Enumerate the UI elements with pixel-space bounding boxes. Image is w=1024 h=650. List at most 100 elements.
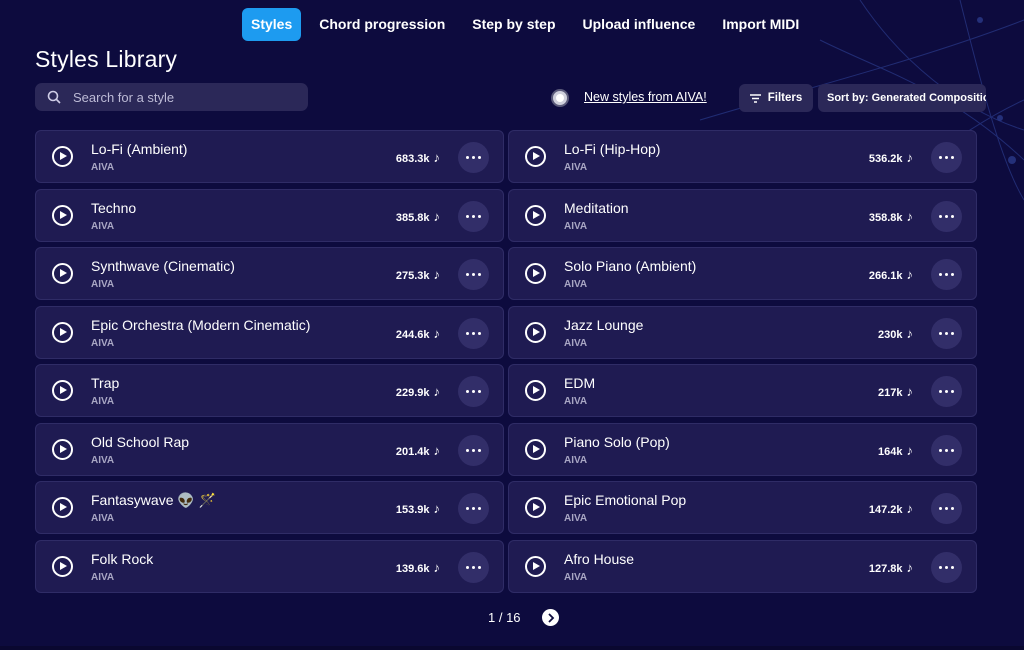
dot-icon (478, 331, 481, 335)
dot-icon (951, 273, 954, 276)
style-card[interactable]: Meditation AIVA 358.8k ♪ (508, 188, 977, 242)
style-card[interactable]: Piano Solo (Pop) AIVA 164k ♪ (508, 422, 977, 476)
style-card[interactable]: Lo-Fi (Hip-Hop) AIVA 536.2k ♪ (508, 130, 977, 183)
style-author: AIVA (564, 162, 588, 173)
style-name: Fantasywave 👽 🪄 (91, 492, 217, 508)
tab-upload-influence[interactable]: Upload influence (574, 8, 705, 41)
play-icon[interactable] (525, 497, 546, 518)
tab-import-midi[interactable]: Import MIDI (713, 8, 808, 41)
new-styles-link[interactable]: New styles from AIVA! (584, 90, 707, 104)
style-name: Afro House (564, 550, 635, 567)
play-icon[interactable] (525, 438, 546, 460)
play-icon[interactable] (525, 321, 546, 343)
style-name: Piano Solo (Pop) (564, 433, 670, 450)
play-icon[interactable] (52, 438, 73, 460)
dot-icon (951, 390, 954, 393)
count-value: 358.8k (868, 211, 903, 224)
more-options-button[interactable] (931, 142, 962, 173)
tab-styles[interactable]: Styles (242, 8, 302, 41)
dot-icon (478, 507, 481, 510)
style-card[interactable]: EDM AIVA 217k ♪ (508, 364, 977, 417)
generation-count: 229.9k ♪ (396, 384, 440, 399)
generation-count: 127.8k ♪ (869, 560, 913, 575)
style-card[interactable]: Epic Emotional Pop AIVA 147.2k ♪ (508, 481, 977, 534)
tab-step-by-step[interactable]: Step by step (463, 8, 564, 41)
next-page-button[interactable] (542, 609, 559, 626)
more-options-button[interactable] (458, 317, 489, 349)
play-icon[interactable] (525, 263, 546, 284)
style-author: AIVA (91, 571, 115, 583)
more-options-button[interactable] (458, 434, 489, 466)
more-options-button[interactable] (931, 551, 962, 583)
music-note-icon: ♪ (906, 325, 914, 341)
dot-icon (478, 156, 481, 159)
play-icon[interactable] (525, 204, 546, 226)
more-options-button[interactable] (458, 200, 489, 232)
play-icon[interactable] (52, 380, 73, 401)
dot-icon (939, 448, 942, 452)
search-icon (47, 90, 61, 104)
more-options-button[interactable] (458, 493, 489, 524)
dot-icon (478, 390, 481, 393)
play-icon[interactable] (525, 146, 546, 167)
more-options-button[interactable] (931, 376, 962, 407)
style-author: AIVA (564, 513, 588, 524)
more-options-button[interactable] (458, 259, 489, 290)
more-options-button[interactable] (458, 376, 489, 407)
dot-icon (951, 448, 954, 452)
dot-icon (939, 214, 942, 218)
chevron-right-icon (547, 612, 554, 623)
search-input[interactable] (71, 88, 295, 106)
style-name: Lo-Fi (Ambient) (91, 141, 188, 157)
play-icon[interactable] (525, 555, 546, 577)
style-card[interactable]: Synthwave (Cinematic) AIVA 275.3k ♪ (35, 247, 504, 300)
tab-chord-progression[interactable]: Chord progression (310, 8, 454, 41)
filters-button[interactable]: Filters (739, 84, 813, 112)
style-card[interactable]: Lo-Fi (Ambient) AIVA 683.3k ♪ (35, 130, 504, 183)
generation-count: 275.3k ♪ (396, 267, 440, 282)
style-name: Old School Rap (91, 433, 190, 450)
more-options-button[interactable] (931, 259, 962, 290)
count-value: 385.8k (395, 211, 430, 224)
search-box[interactable] (35, 83, 308, 111)
dot-icon (478, 273, 481, 276)
dot-icon (472, 273, 475, 276)
play-icon[interactable] (52, 204, 73, 226)
style-card[interactable]: Techno AIVA 385.8k ♪ (35, 188, 504, 242)
style-card[interactable]: Epic Orchestra (Modern Cinematic) AIVA 244… (35, 305, 504, 359)
play-icon[interactable] (52, 321, 73, 343)
dot-icon (939, 273, 942, 276)
generation-count: 244.6k ♪ (396, 326, 440, 341)
more-options-button[interactable] (458, 551, 489, 583)
more-options-button[interactable] (458, 142, 489, 173)
sort-dropdown[interactable]: Sort by: Generated Compositions (818, 84, 986, 112)
style-card[interactable]: Afro House AIVA 127.8k ♪ (508, 539, 977, 593)
play-icon[interactable] (525, 380, 546, 401)
dot-icon (945, 331, 948, 335)
dot-icon (945, 156, 948, 159)
count-value: 536.2k (868, 153, 903, 165)
count-value: 127.8k (868, 562, 903, 575)
style-card[interactable]: Folk Rock AIVA 139.6k ♪ (35, 539, 504, 593)
new-styles-toggle[interactable] (551, 89, 569, 107)
music-note-icon: ♪ (433, 150, 441, 165)
more-options-button[interactable] (931, 317, 962, 349)
style-card[interactable]: Fantasywave 👽 🪄 AIVA 153.9k ♪ (35, 481, 504, 534)
style-card[interactable]: Solo Piano (Ambient) AIVA 266.1k ♪ (508, 247, 977, 300)
play-icon[interactable] (52, 497, 73, 518)
more-options-button[interactable] (931, 434, 962, 466)
dot-icon (945, 273, 948, 276)
dot-icon (478, 448, 481, 452)
music-note-icon: ♪ (433, 559, 441, 575)
more-options-button[interactable] (931, 200, 962, 232)
style-card[interactable]: Jazz Lounge AIVA 230k ♪ (508, 305, 977, 359)
dot-icon (472, 390, 475, 393)
play-icon[interactable] (52, 146, 73, 167)
play-icon[interactable] (52, 555, 73, 577)
count-value: 164k (878, 445, 903, 458)
style-card[interactable]: Trap AIVA 229.9k ♪ (35, 364, 504, 417)
more-options-button[interactable] (931, 493, 962, 524)
play-icon[interactable] (52, 263, 73, 284)
style-author: AIVA (564, 279, 588, 290)
style-card[interactable]: Old School Rap AIVA 201.4k ♪ (35, 422, 504, 476)
